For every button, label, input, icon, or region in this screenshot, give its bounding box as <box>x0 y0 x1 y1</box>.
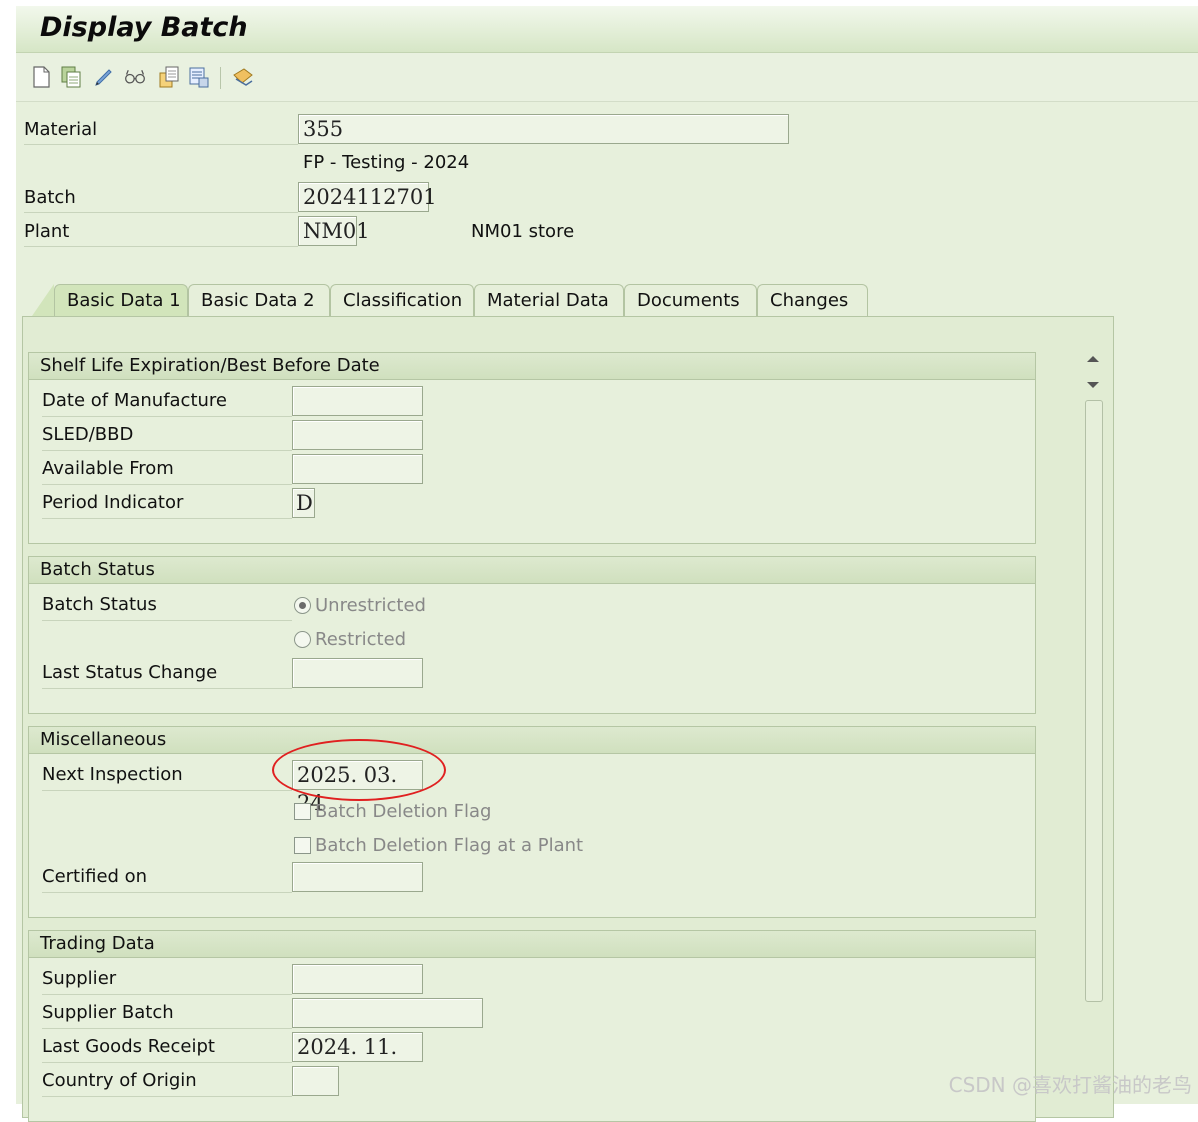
title-bar: Display Batch <box>16 6 1198 53</box>
batch-deletion-flag-plant-label: Batch Deletion Flag at a Plant <box>315 835 584 856</box>
batch-deletion-flag-checkbox[interactable]: Batch Deletion Flag <box>294 801 491 822</box>
miscellaneous-group: Miscellaneous Next Inspection 2025. 03. … <box>28 726 1036 918</box>
watermark: CSDN @喜欢打酱油的老鸟 <box>948 1073 1192 1097</box>
tab-basic-data-2[interactable]: Basic Data 2 <box>188 284 330 316</box>
new-document-icon[interactable] <box>30 65 52 89</box>
group-title-shelf-life: Shelf Life Expiration/Best Before Date <box>29 353 1035 380</box>
glasses-display-icon[interactable] <box>124 65 146 89</box>
pencil-edit-icon[interactable] <box>92 65 114 89</box>
delete-icon[interactable] <box>188 65 210 89</box>
supplier-label: Supplier <box>42 964 292 995</box>
certified-on-label: Certified on <box>42 862 292 893</box>
scroll-thumb[interactable] <box>1085 400 1103 1002</box>
print-icon[interactable] <box>230 65 256 89</box>
date-of-manufacture-label: Date of Manufacture <box>42 386 292 417</box>
date-of-manufacture-field[interactable] <box>292 386 423 416</box>
batch-deletion-flag-label: Batch Deletion Flag <box>315 801 492 822</box>
tab-corner-decoration <box>32 284 54 316</box>
available-from-label: Available From <box>42 454 292 485</box>
toolbar-separator <box>220 67 221 89</box>
plant-field[interactable]: NM01 <box>298 216 370 246</box>
annotation-circle <box>272 739 446 801</box>
tab-changes[interactable]: Changes <box>757 284 868 316</box>
plant-label: Plant <box>24 218 298 247</box>
next-inspection-label: Next Inspection <box>42 760 292 791</box>
group-title-miscellaneous: Miscellaneous <box>29 727 1035 754</box>
tab-material-data[interactable]: Material Data <box>474 284 624 316</box>
radio-empty-icon <box>294 631 311 648</box>
unrestricted-label: Unrestricted <box>315 595 426 616</box>
country-of-origin-field[interactable] <box>292 1066 339 1096</box>
trading-data-group: Trading Data Supplier Supplier Batch Las… <box>28 930 1036 1122</box>
toolbar <box>16 53 1198 102</box>
supplier-batch-label: Supplier Batch <box>42 998 292 1029</box>
last-status-change-field[interactable] <box>292 658 423 688</box>
scroll-down-icon[interactable] <box>1086 380 1100 390</box>
batch-field[interactable]: 2024112701 <box>298 182 437 212</box>
material-description: FP - Testing - 2024 <box>303 152 470 173</box>
available-from-field[interactable] <box>292 454 423 484</box>
material-field[interactable]: 355 <box>298 114 789 144</box>
period-indicator-label: Period Indicator <box>42 488 292 519</box>
sled-bbd-field[interactable] <box>292 420 423 450</box>
last-status-change-label: Last Status Change <box>42 658 292 689</box>
checkbox-icon <box>294 803 311 820</box>
vertical-scrollbar[interactable] <box>1082 346 1104 1106</box>
copy-icon[interactable] <box>60 65 82 89</box>
restricted-label: Restricted <box>315 629 407 650</box>
scroll-up-icon[interactable] <box>1086 354 1100 364</box>
unrestricted-radio[interactable]: Unrestricted <box>294 595 426 616</box>
batch-label: Batch <box>24 184 298 213</box>
plant-description: NM01 store <box>471 221 575 242</box>
certified-on-field[interactable] <box>292 862 423 892</box>
page-title: Display Batch <box>40 12 248 43</box>
radio-selected-icon <box>294 597 311 614</box>
checkbox-icon <box>294 837 311 854</box>
group-title-trading-data: Trading Data <box>29 931 1035 958</box>
period-indicator-field[interactable]: D <box>292 488 315 518</box>
country-of-origin-label: Country of Origin <box>42 1066 292 1097</box>
group-title-batch-status: Batch Status <box>29 557 1035 584</box>
last-goods-receipt-label: Last Goods Receipt <box>42 1032 292 1063</box>
batch-deletion-flag-plant-checkbox[interactable]: Batch Deletion Flag at a Plant <box>294 835 583 856</box>
supplier-field[interactable] <box>292 964 423 994</box>
last-goods-receipt-field[interactable]: 2024. 11. 27 <box>292 1032 423 1087</box>
app-window: Display Batch Material 355 FP - Testing … <box>16 6 1198 1122</box>
restricted-radio[interactable]: Restricted <box>294 629 406 650</box>
tab-classification[interactable]: Classification <box>330 284 474 316</box>
shelf-life-group: Shelf Life Expiration/Best Before Date D… <box>28 352 1036 544</box>
batch-status-group: Batch Status Batch Status Unrestricted R… <box>28 556 1036 714</box>
batch-status-label: Batch Status <box>42 590 292 621</box>
sled-bbd-label: SLED/BBD <box>42 420 292 451</box>
tab-basic-data-1[interactable]: Basic Data 1 <box>54 284 188 316</box>
tab-documents[interactable]: Documents <box>624 284 757 316</box>
copy-from-icon[interactable] <box>158 65 180 89</box>
supplier-batch-field[interactable] <box>292 998 483 1028</box>
material-label: Material <box>24 116 298 145</box>
